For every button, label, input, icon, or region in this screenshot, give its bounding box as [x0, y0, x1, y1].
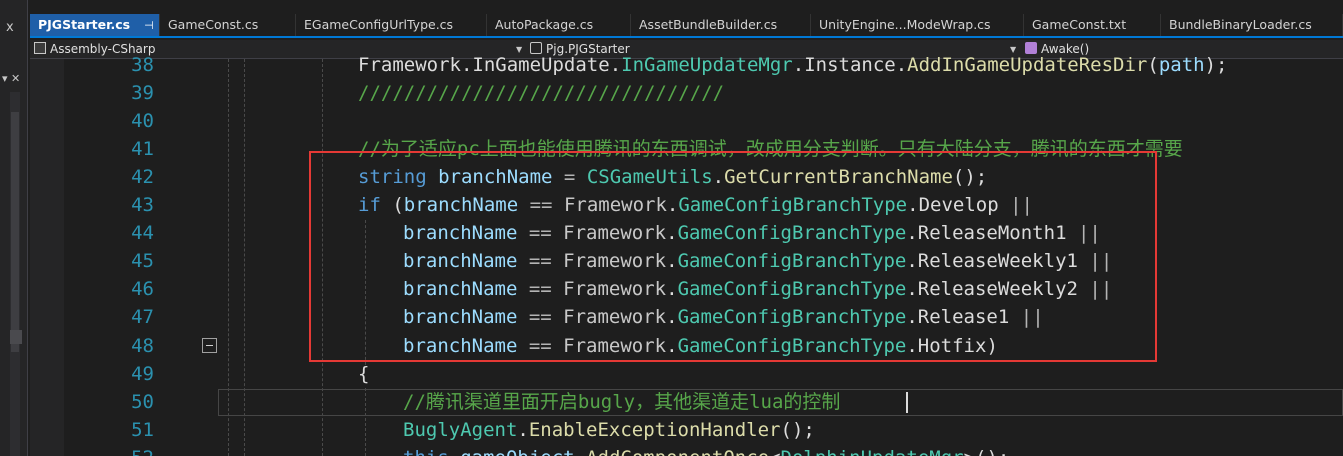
code-line-50-comment: //腾讯渠道里面开启bugly，其他渠道走lua的控制 — [403, 391, 841, 413]
line-number: 42 — [131, 166, 154, 188]
line-number: 46 — [131, 278, 154, 300]
line-number: 49 — [131, 363, 154, 385]
token: DolphinUpdateMgr — [781, 447, 964, 456]
line-number: 44 — [131, 222, 154, 244]
line-number: 51 — [131, 419, 154, 441]
pin-icon[interactable]: ⊣ — [144, 19, 154, 32]
token: >(); — [964, 447, 1010, 456]
token: Instance — [804, 54, 896, 76]
document-tab-bar: PJGStarter.cs⊣✕ GameConst.cs EGameConfig… — [30, 14, 1343, 38]
token: (); — [780, 419, 815, 441]
token: InGameUpdate — [472, 54, 610, 76]
line-number: 43 — [131, 194, 154, 216]
tab-bundlebinaryloader[interactable]: BundleBinaryLoader.cs — [1161, 14, 1343, 36]
collapse-icon[interactable] — [202, 338, 217, 353]
token: EnableExceptionHandler — [528, 419, 781, 441]
tab-label: AutoPackage.cs — [495, 17, 594, 32]
token: ( — [1147, 54, 1159, 76]
line-number: 52 — [64, 444, 154, 456]
tab-gameconst-cs[interactable]: GameConst.cs — [160, 14, 296, 36]
tab-egameconfigurltype[interactable]: EGameConfigUrlType.cs — [296, 14, 487, 36]
token: InGameUpdateMgr — [621, 54, 793, 76]
token: . — [460, 54, 473, 76]
token: Framework — [358, 54, 461, 76]
token: . — [449, 447, 460, 456]
tab-label: GameConst.cs — [168, 17, 259, 32]
csharp-project-icon — [34, 42, 46, 54]
tab-unityengine-modewrap[interactable]: UnityEngine...ModeWrap.cs — [811, 14, 1024, 36]
line-number: 41 — [131, 138, 154, 160]
line-number: 47 — [131, 306, 154, 328]
tab-autopackage[interactable]: AutoPackage.cs — [487, 14, 631, 36]
close-icon[interactable]: x — [6, 20, 14, 35]
tab-label: GameConst.txt — [1032, 17, 1127, 32]
code-line-38: Framework.InGameUpdate.InGameUpdateMgr.I… — [358, 51, 1227, 79]
token: path — [1158, 54, 1205, 76]
tab-label: AssetBundleBuilder.cs — [639, 17, 778, 32]
token: . — [792, 54, 805, 76]
tab-gameconst-txt[interactable]: GameConst.txt — [1024, 14, 1161, 36]
editor-margin — [30, 59, 64, 456]
code-line-52: this.gameObject.AddComponentOnce<Dolphin… — [403, 444, 1009, 456]
code-line-51: BuglyAgent.EnableExceptionHandler(); — [403, 416, 815, 444]
red-annotation-box — [309, 151, 1157, 362]
token: this — [403, 447, 449, 456]
token: . — [517, 419, 529, 441]
scrollbar-marker — [10, 330, 22, 344]
token: BuglyAgent — [403, 419, 518, 441]
dropdown-icon[interactable]: ▾ ✕ — [2, 72, 20, 85]
line-number: 45 — [131, 250, 154, 272]
token: gameObject — [460, 447, 574, 456]
line-number: 38 — [131, 54, 154, 76]
tab-label: BundleBinaryLoader.cs — [1169, 17, 1312, 32]
token: AddInGameUpdateResDir — [907, 54, 1148, 76]
code-line-49: { — [358, 363, 370, 385]
tab-pjgstarter[interactable]: PJGStarter.cs⊣✕ — [30, 14, 160, 36]
token: ); — [1204, 54, 1228, 76]
token: AddComponentOnce — [586, 447, 769, 456]
tab-label: EGameConfigUrlType.cs — [304, 17, 454, 32]
tab-label: UnityEngine...ModeWrap.cs — [819, 17, 991, 32]
line-number: 50 — [131, 391, 154, 413]
token: . — [575, 447, 586, 456]
tab-assetbundlebuilder[interactable]: AssetBundleBuilder.cs — [631, 14, 811, 36]
token: . — [895, 54, 908, 76]
scrollbar-thumb[interactable] — [11, 112, 19, 352]
tab-label: PJGStarter.cs — [38, 17, 131, 32]
line-number: 39 — [131, 82, 154, 104]
token: < — [769, 447, 780, 456]
line-number: 48 — [131, 335, 154, 357]
code-line-39: //////////////////////////////// — [358, 82, 725, 104]
left-tool-strip: x ▾ ✕ — [0, 0, 28, 456]
token: . — [609, 54, 622, 76]
text-caret — [906, 392, 908, 413]
line-number: 40 — [131, 110, 154, 132]
